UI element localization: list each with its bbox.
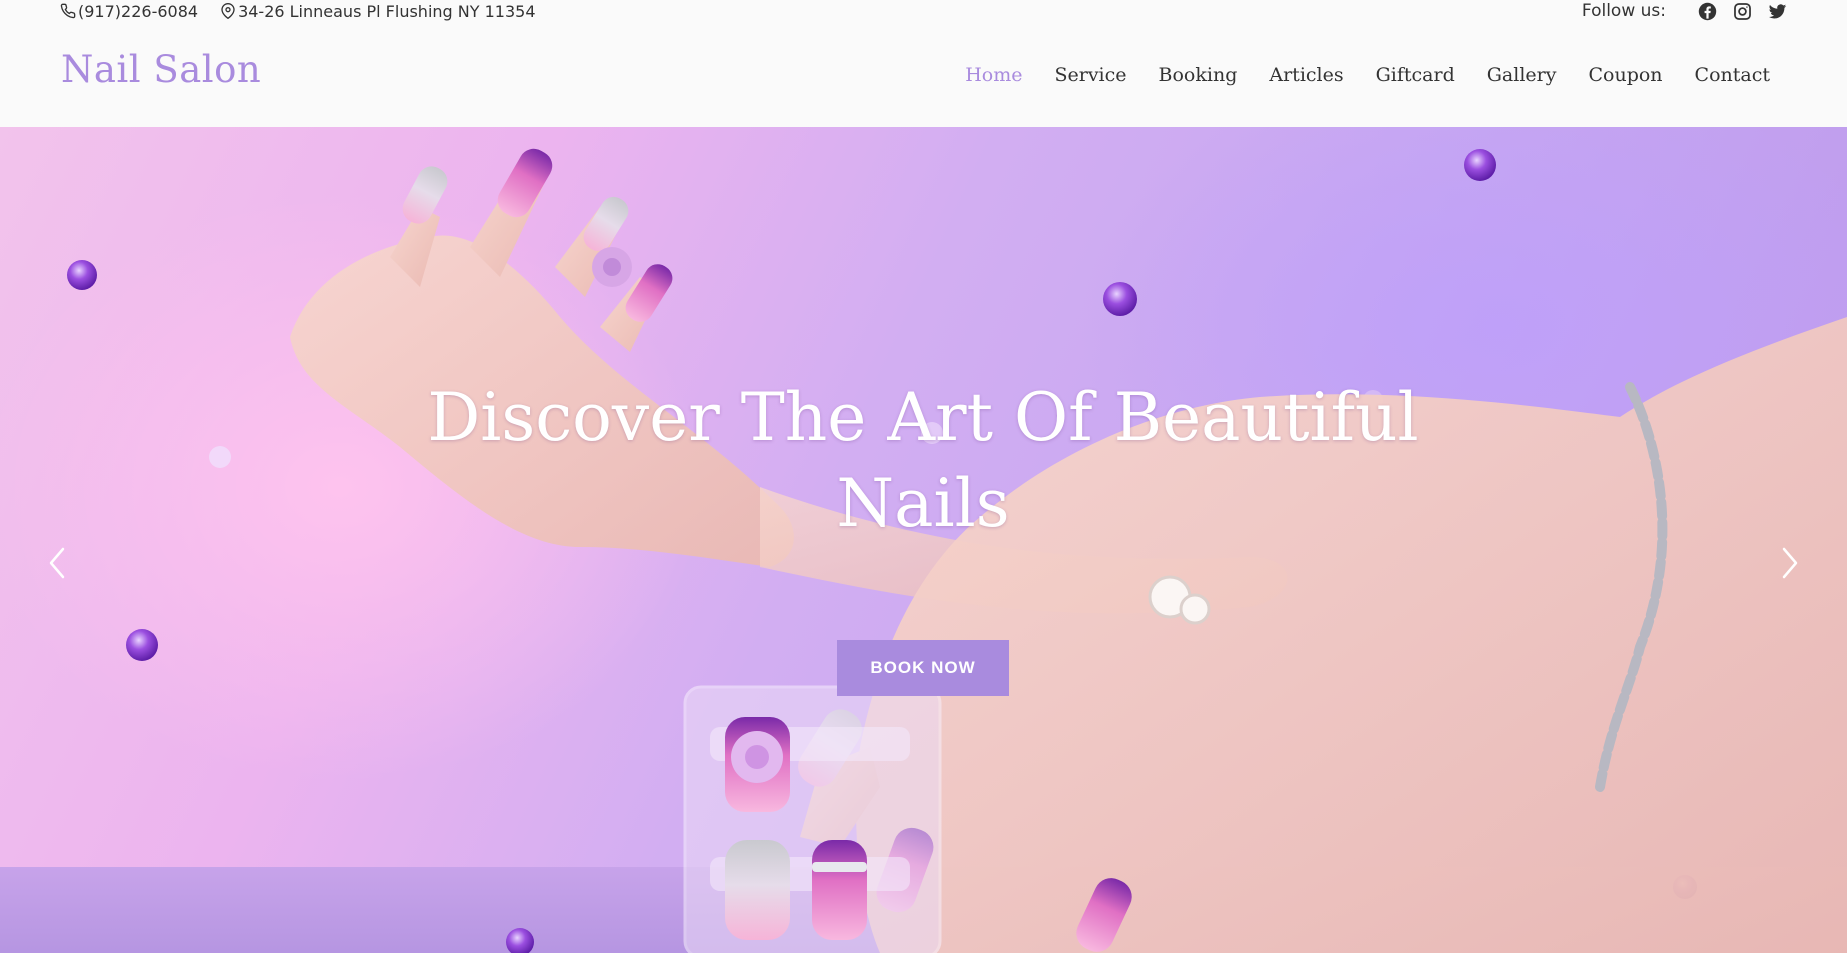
main-nav: Home Service Booking Articles Giftcard G… [933, 64, 1770, 86]
nav-item-home[interactable]: Home [965, 64, 1022, 86]
nav-item-contact[interactable]: Contact [1695, 64, 1770, 86]
chevron-left-icon [49, 547, 65, 579]
twitter-icon[interactable] [1767, 1, 1787, 21]
phone-icon [60, 3, 76, 19]
address-link[interactable]: 34-26 Linneaus Pl Flushing NY 11354 [220, 1, 536, 21]
nav-item-coupon[interactable]: Coupon [1588, 64, 1662, 86]
social-links: Follow us: [1582, 0, 1787, 22]
map-pin-icon [221, 3, 235, 19]
phone-link[interactable]: (917)226-6084 [60, 2, 198, 21]
contact-info: (917)226-6084 34-26 Linneaus Pl Flushing… [60, 0, 558, 22]
book-now-button[interactable]: BOOK NOW [837, 640, 1009, 696]
nav-item-booking[interactable]: Booking [1159, 64, 1238, 86]
nav-item-service[interactable]: Service [1054, 64, 1126, 86]
nav-item-giftcard[interactable]: Giftcard [1376, 64, 1455, 86]
site-header: Nail Salon Home Service Booking Articles… [0, 22, 1847, 127]
hero-slider: Discover The Art Of Beautiful Nails BOOK… [0, 127, 1847, 953]
hero-background-image [67, 148, 1847, 953]
slider-next-button[interactable] [1775, 543, 1805, 583]
facebook-icon[interactable] [1697, 1, 1717, 21]
instagram-icon[interactable] [1732, 1, 1752, 21]
address-text: 34-26 Linneaus Pl Flushing NY 11354 [238, 1, 536, 21]
site-logo[interactable]: Nail Salon [61, 48, 261, 91]
top-bar: (917)226-6084 34-26 Linneaus Pl Flushing… [0, 0, 1847, 22]
slider-prev-button[interactable] [42, 543, 72, 583]
nav-item-gallery[interactable]: Gallery [1487, 64, 1557, 86]
phone-number: (917)226-6084 [78, 1, 199, 21]
chevron-right-icon [1782, 547, 1798, 579]
follow-label: Follow us: [1581, 1, 1666, 21]
nav-item-articles[interactable]: Articles [1269, 64, 1343, 86]
